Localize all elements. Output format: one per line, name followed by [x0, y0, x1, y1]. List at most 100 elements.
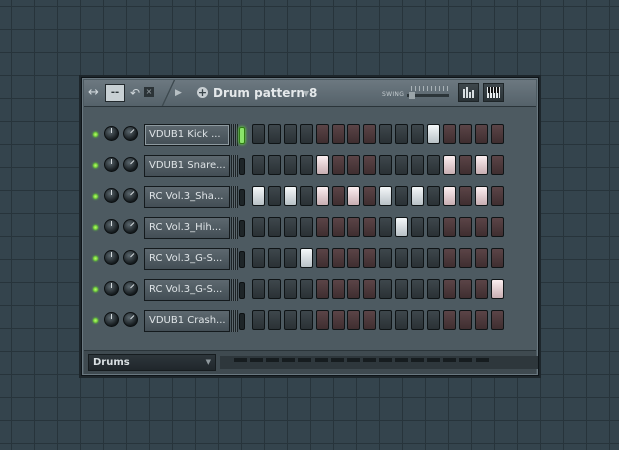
mute-led[interactable] [93, 132, 98, 137]
step-button[interactable] [299, 124, 313, 144]
step-button[interactable] [252, 310, 265, 330]
step-button[interactable] [363, 217, 377, 237]
step-button[interactable] [458, 155, 472, 175]
pan-knob[interactable] [123, 250, 138, 265]
channel-name-button[interactable]: VDUB1 Crash... [144, 310, 230, 332]
volume-knob[interactable] [104, 219, 119, 234]
channel-name-button[interactable]: RC Vol.3_G-S... [144, 279, 230, 301]
undo-icon[interactable]: ↶ [130, 80, 140, 106]
keyboard-editor-button[interactable] [483, 83, 504, 102]
step-button[interactable] [252, 248, 265, 268]
step-button[interactable] [474, 124, 488, 144]
step-button[interactable] [442, 248, 456, 268]
step-button[interactable] [442, 217, 456, 237]
step-button[interactable] [458, 279, 472, 299]
channel-grip[interactable] [231, 279, 238, 301]
step-button[interactable] [347, 124, 361, 144]
channel-grip[interactable] [231, 310, 238, 332]
channel-select-toggle[interactable] [239, 282, 245, 299]
step-button[interactable] [283, 124, 297, 144]
channel-select-toggle[interactable] [239, 251, 245, 268]
step-button[interactable] [458, 217, 472, 237]
step-button[interactable] [363, 155, 377, 175]
step-button[interactable] [379, 310, 393, 330]
step-button[interactable] [458, 124, 472, 144]
step-button[interactable] [474, 279, 488, 299]
step-button[interactable] [363, 248, 377, 268]
step-button[interactable] [315, 155, 329, 175]
step-button[interactable] [490, 124, 504, 144]
step-button[interactable] [299, 155, 313, 175]
step-button[interactable] [426, 217, 440, 237]
volume-knob[interactable] [104, 281, 119, 296]
step-button[interactable] [267, 248, 281, 268]
step-button[interactable] [283, 155, 297, 175]
step-button[interactable] [331, 186, 345, 206]
channel-grip[interactable] [231, 186, 238, 208]
step-button[interactable] [395, 248, 409, 268]
step-button[interactable] [315, 310, 329, 330]
step-button[interactable] [347, 155, 361, 175]
step-button[interactable] [411, 124, 424, 144]
step-button[interactable] [442, 155, 456, 175]
step-button[interactable] [411, 248, 424, 268]
step-button[interactable] [426, 279, 440, 299]
step-button[interactable] [363, 186, 377, 206]
step-button[interactable] [315, 186, 329, 206]
step-button[interactable] [490, 248, 504, 268]
step-button[interactable] [395, 155, 409, 175]
step-button[interactable] [426, 124, 440, 144]
swing-handle[interactable] [409, 92, 415, 99]
options-button[interactable]: -- [105, 84, 125, 102]
step-button[interactable] [283, 279, 297, 299]
step-button[interactable] [299, 186, 313, 206]
step-button[interactable] [490, 279, 504, 299]
channel-grip[interactable] [231, 248, 238, 270]
step-button[interactable] [442, 279, 456, 299]
step-button[interactable] [411, 186, 424, 206]
pan-knob[interactable] [123, 281, 138, 296]
step-button[interactable] [331, 279, 345, 299]
step-button[interactable] [331, 155, 345, 175]
step-button[interactable] [363, 279, 377, 299]
mute-led[interactable] [93, 256, 98, 261]
step-button[interactable] [267, 310, 281, 330]
step-button[interactable] [267, 186, 281, 206]
step-button[interactable] [299, 217, 313, 237]
step-button[interactable] [442, 124, 456, 144]
step-button[interactable] [283, 248, 297, 268]
step-button[interactable] [426, 155, 440, 175]
step-button[interactable] [331, 310, 345, 330]
channel-select-toggle[interactable] [239, 189, 245, 206]
step-button[interactable] [252, 217, 265, 237]
step-button[interactable] [299, 310, 313, 330]
step-button[interactable] [411, 310, 424, 330]
step-button[interactable] [315, 248, 329, 268]
step-button[interactable] [267, 155, 281, 175]
channel-select-toggle[interactable] [239, 220, 245, 237]
pan-knob[interactable] [123, 157, 138, 172]
step-button[interactable] [252, 155, 265, 175]
step-button[interactable] [299, 279, 313, 299]
step-button[interactable] [252, 279, 265, 299]
channel-select-toggle[interactable] [239, 127, 245, 144]
step-button[interactable] [331, 217, 345, 237]
step-button[interactable] [379, 217, 393, 237]
step-button[interactable] [395, 310, 409, 330]
step-button[interactable] [331, 248, 345, 268]
channel-grip[interactable] [231, 155, 238, 177]
step-button[interactable] [252, 124, 265, 144]
mute-led[interactable] [93, 318, 98, 323]
step-button[interactable] [315, 279, 329, 299]
step-button[interactable] [474, 248, 488, 268]
step-button[interactable] [474, 186, 488, 206]
step-button[interactable] [490, 310, 504, 330]
step-button[interactable] [283, 310, 297, 330]
step-button[interactable] [252, 186, 265, 206]
volume-knob[interactable] [104, 157, 119, 172]
pattern-name[interactable]: Drum pattern 8 [213, 80, 317, 106]
volume-knob[interactable] [104, 312, 119, 327]
step-button[interactable] [395, 217, 409, 237]
channel-name-button[interactable]: RC Vol.3_G-S... [144, 248, 230, 270]
step-button[interactable] [379, 186, 393, 206]
